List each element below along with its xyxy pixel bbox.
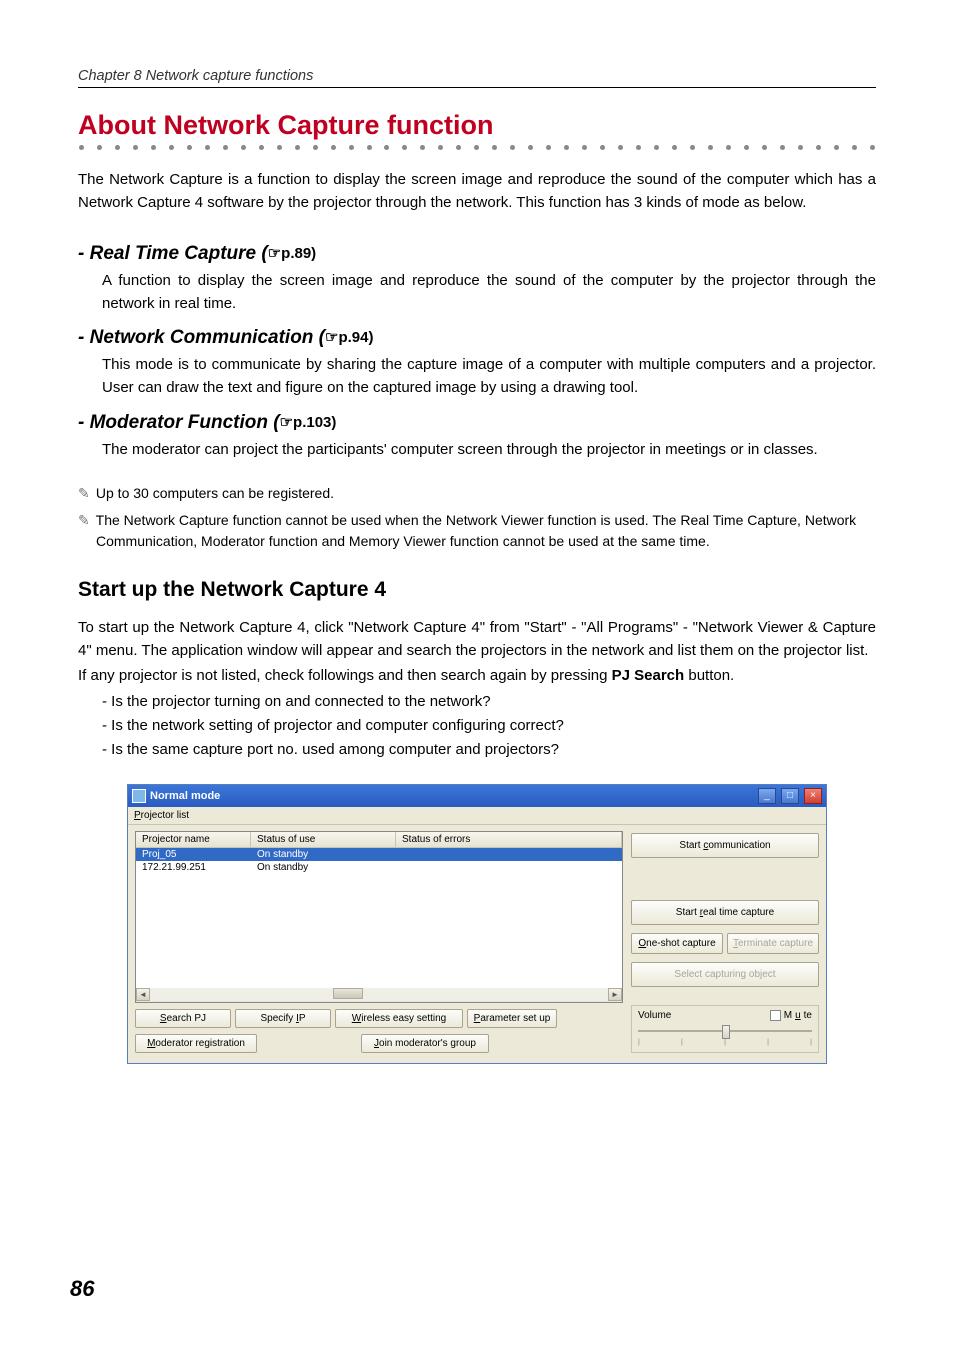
- scroll-thumb[interactable]: [333, 988, 363, 999]
- subdesc-realtime: A function to display the screen image a…: [102, 269, 876, 316]
- horizontal-scrollbar[interactable]: ◄ ►: [136, 988, 622, 1002]
- volume-group: Volume Mute |||||: [631, 1005, 819, 1053]
- subheading-netcomm: - Network Communication (☞p.94): [78, 327, 876, 349]
- check-item: - Is the same capture port no. used amon…: [102, 738, 876, 762]
- oneshot-capture-button[interactable]: One-shot capture: [631, 933, 723, 954]
- section-title: Start up the Network Capture 4: [78, 578, 876, 602]
- column-header-status[interactable]: Status of use: [251, 832, 396, 848]
- page-ref-icon: ☞p.94): [325, 329, 373, 346]
- body-paragraph: If any projector is not listed, check fo…: [78, 664, 876, 687]
- subheading-moderator: - Moderator Function (☞p.103): [78, 412, 876, 434]
- subdesc-netcomm: This mode is to communicate by sharing t…: [102, 353, 876, 400]
- scroll-track[interactable]: [150, 988, 608, 1001]
- page-ref-icon: ☞p.89): [268, 245, 316, 262]
- pencil-icon: ✎: [78, 510, 92, 531]
- column-header-errors[interactable]: Status of errors: [396, 832, 622, 848]
- chapter-header: Chapter 8 Network capture functions: [78, 68, 876, 88]
- slider-thumb[interactable]: [722, 1025, 730, 1039]
- subheading-realtime: - Real Time Capture (☞p.89): [78, 243, 876, 265]
- search-pj-button[interactable]: Search PJ: [135, 1009, 231, 1028]
- list-item[interactable]: 172.21.99.251 On standby: [136, 861, 622, 874]
- scroll-left-button[interactable]: ◄: [136, 988, 150, 1001]
- maximize-button[interactable]: □: [781, 788, 799, 804]
- select-capturing-object-button[interactable]: Select capturing object: [631, 962, 819, 987]
- projector-list[interactable]: Projector name Status of use Status of e…: [135, 831, 623, 1003]
- note-item: ✎ The Network Capture function cannot be…: [78, 510, 876, 552]
- specify-ip-button[interactable]: Specify IP: [235, 1009, 331, 1028]
- check-item: - Is the projector turning on and connec…: [102, 690, 876, 714]
- dotted-separator: [78, 145, 876, 150]
- app-icon: [132, 789, 146, 803]
- start-communication-button[interactable]: Start communication: [631, 833, 819, 858]
- subdesc-moderator: The moderator can project the participan…: [102, 438, 876, 461]
- body-paragraph: To start up the Network Capture 4, click…: [78, 616, 876, 663]
- minimize-button[interactable]: _: [758, 788, 776, 804]
- column-header-name[interactable]: Projector name: [136, 832, 251, 848]
- moderator-registration-button[interactable]: Moderator registration: [135, 1034, 257, 1053]
- menu-projector-list[interactable]: Projector list: [134, 810, 189, 821]
- main-title: About Network Capture function: [78, 110, 876, 141]
- start-realtime-button[interactable]: Start real time capture: [631, 900, 819, 925]
- scroll-right-button[interactable]: ►: [608, 988, 622, 1001]
- mute-checkbox[interactable]: Mute: [770, 1010, 812, 1021]
- check-item: - Is the network setting of projector an…: [102, 714, 876, 738]
- window-titlebar[interactable]: Normal mode _ □ ×: [128, 785, 826, 807]
- intro-paragraph: The Network Capture is a function to dis…: [78, 168, 876, 215]
- parameter-setup-button[interactable]: Parameter set up: [467, 1009, 557, 1028]
- list-item[interactable]: Proj_05 On standby: [136, 848, 622, 861]
- page-ref-icon: ☞p.103): [280, 414, 337, 431]
- wireless-easy-button[interactable]: Wireless easy setting: [335, 1009, 463, 1028]
- page-number: 86: [70, 1276, 94, 1302]
- close-button[interactable]: ×: [804, 788, 822, 804]
- window-title: Normal mode: [150, 790, 753, 802]
- volume-slider[interactable]: [638, 1024, 812, 1038]
- application-window: Normal mode _ □ × Projector list Project…: [127, 784, 827, 1064]
- pencil-icon: ✎: [78, 483, 92, 504]
- menubar[interactable]: Projector list: [128, 807, 826, 825]
- terminate-capture-button[interactable]: Terminate capture: [727, 933, 819, 954]
- volume-label: Volume: [638, 1010, 671, 1021]
- note-item: ✎ Up to 30 computers can be registered.: [78, 483, 876, 504]
- join-moderator-button[interactable]: Join moderator's group: [361, 1034, 489, 1053]
